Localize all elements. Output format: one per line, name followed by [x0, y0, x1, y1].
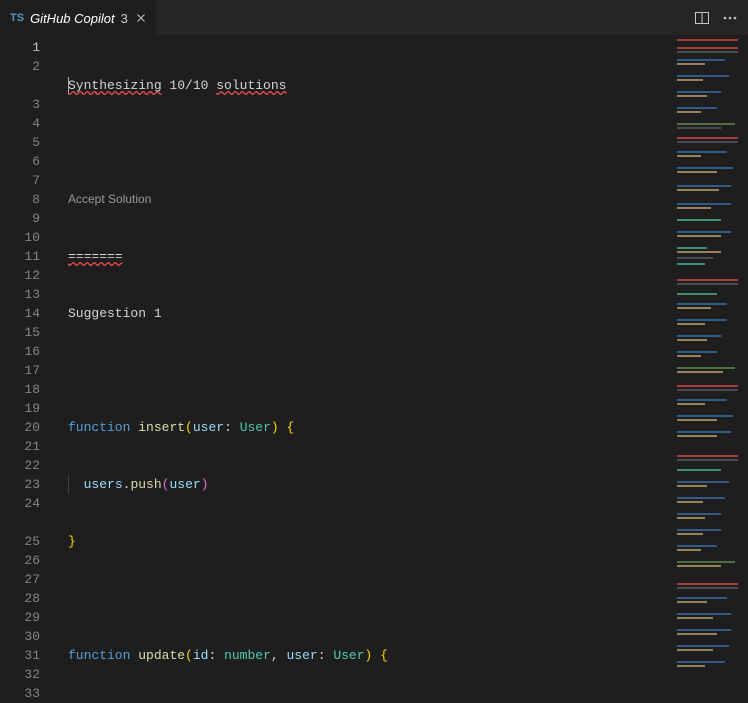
editor-actions: [694, 0, 748, 35]
line-number: 24: [0, 494, 40, 513]
line-number: 10: [0, 228, 40, 247]
line-number: 6: [0, 152, 40, 171]
editor: 1 2 3 4 5 6 7 8 9 10 11 12 13 14 15 16 1…: [0, 35, 748, 693]
line-number: 21: [0, 437, 40, 456]
tab-title: GitHub Copilot: [30, 11, 115, 26]
line-number: 9: [0, 209, 40, 228]
line-number: 13: [0, 285, 40, 304]
line-number: 22: [0, 456, 40, 475]
line-number: 4: [0, 114, 40, 133]
line-number: 11: [0, 247, 40, 266]
codelens-accept-solution[interactable]: Accept Solution: [68, 190, 673, 209]
line-number: 3: [0, 95, 40, 114]
line-number: 27: [0, 570, 40, 589]
line-number: 32: [0, 665, 40, 684]
code-area[interactable]: Synthesizing 10/10 solutions Accept Solu…: [58, 35, 673, 693]
line-number: 30: [0, 627, 40, 646]
line-number: 16: [0, 342, 40, 361]
line-number: 15: [0, 323, 40, 342]
line-number: 7: [0, 171, 40, 190]
line-number: 28: [0, 589, 40, 608]
line-number: 26: [0, 551, 40, 570]
typescript-file-icon: TS: [10, 12, 24, 24]
split-editor-icon[interactable]: [694, 10, 710, 26]
line-number: 31: [0, 646, 40, 665]
line-number: 8: [0, 190, 40, 209]
line-number: 5: [0, 133, 40, 152]
editor-tab[interactable]: TS GitHub Copilot 3: [0, 0, 156, 35]
line-number: 25: [0, 532, 40, 551]
line-number: 14: [0, 304, 40, 323]
line-number: 2: [0, 57, 40, 76]
more-actions-icon[interactable]: [722, 10, 738, 26]
line-number: 23: [0, 475, 40, 494]
line-number: 20: [0, 418, 40, 437]
line-number: 33: [0, 684, 40, 703]
line-number: 19: [0, 399, 40, 418]
line-number: 29: [0, 608, 40, 627]
line-number-gutter: 1 2 3 4 5 6 7 8 9 10 11 12 13 14 15 16 1…: [0, 35, 58, 693]
line-number: 12: [0, 266, 40, 285]
line-number: 1: [0, 38, 40, 57]
tab-bar: TS GitHub Copilot 3: [0, 0, 748, 35]
close-icon[interactable]: [134, 11, 148, 25]
minimap[interactable]: [673, 35, 748, 693]
tab-modified-badge: 3: [121, 11, 128, 26]
line-number: 17: [0, 361, 40, 380]
line-number: 18: [0, 380, 40, 399]
